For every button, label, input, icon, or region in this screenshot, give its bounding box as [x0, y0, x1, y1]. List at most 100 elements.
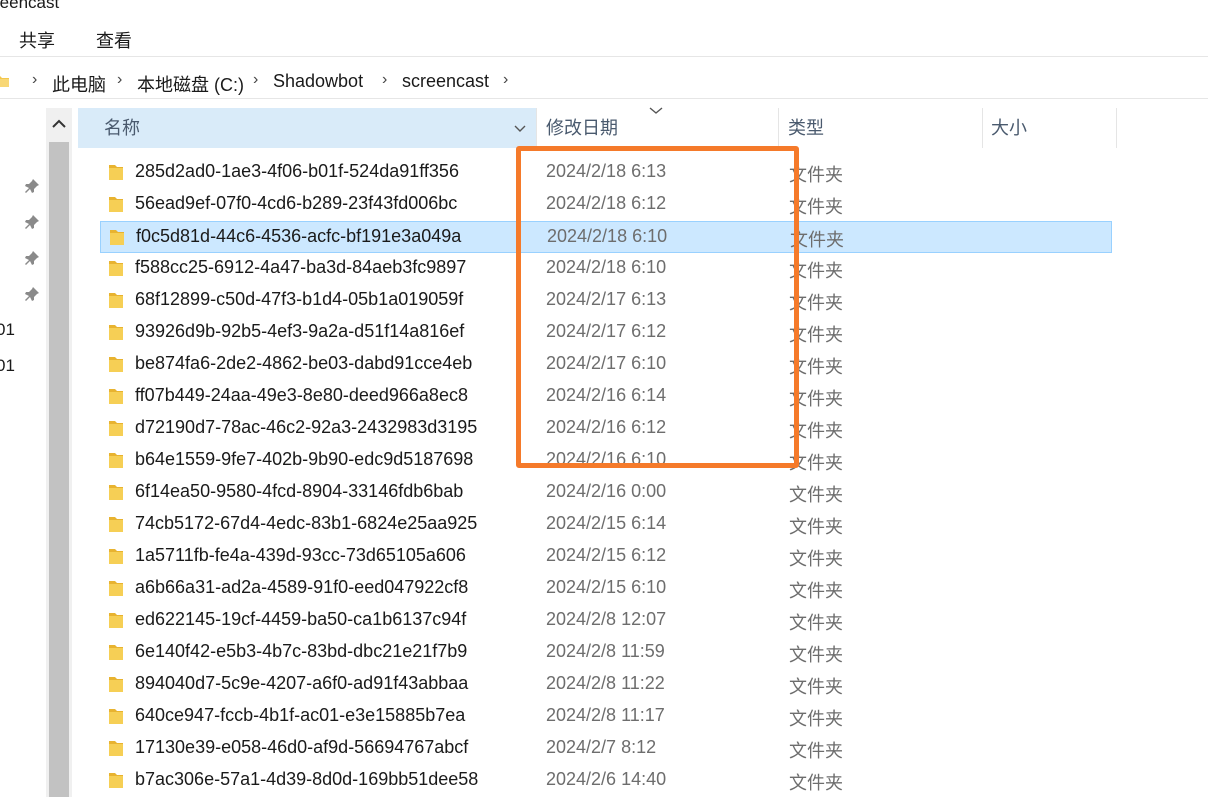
file-name: d72190d7-78ac-46c2-92a3-2432983d3195 — [135, 417, 478, 437]
file-name: ff07b449-24aa-49e3-8e80-deed966a8ec8 — [135, 385, 468, 405]
file-name: b7ac306e-57a1-4d39-8d0d-169bb51dee58 — [135, 769, 479, 789]
vertical-scrollbar[interactable] — [46, 108, 72, 797]
file-type: 文件夹 — [789, 677, 843, 697]
file-type: 文件夹 — [789, 741, 843, 761]
pin-icon[interactable] — [24, 286, 42, 304]
file-modified-date: 2024/2/8 12:07 — [546, 609, 667, 629]
file-name: 1a5711fb-fe4a-439d-93cc-73d65105a606 — [135, 545, 466, 565]
folder-icon — [108, 323, 124, 346]
file-modified-date: 2024/2/8 11:22 — [546, 673, 665, 693]
folder-icon — [108, 707, 124, 730]
table-row[interactable]: 17130e39-e058-46d0-af9d-56694767abcf 2024… — [100, 733, 1112, 765]
file-name: 56ead9ef-07f0-4cd6-b289-23f43fd006bc — [135, 193, 458, 213]
folder-icon — [0, 73, 10, 94]
tab-view[interactable]: 查看 — [96, 27, 132, 53]
file-name: b64e1559-9fe7-402b-9b90-edc9d5187698 — [135, 449, 474, 469]
window-title: reencast — [0, 0, 60, 12]
file-name: 68f12899-c50d-47f3-b1d4-05b1a019059f — [135, 289, 464, 309]
table-row[interactable]: b7ac306e-57a1-4d39-8d0d-169bb51dee58 2024… — [100, 765, 1112, 797]
file-name: a6b66a31-ad2a-4589-91f0-eed047922cf8 — [135, 577, 469, 597]
file-modified-date: 2024/2/16 0:00 — [546, 481, 667, 501]
file-modified-date: 2024/2/8 11:59 — [546, 641, 665, 661]
file-type: 文件夹 — [789, 517, 843, 537]
chevron-right-icon[interactable]: › — [117, 71, 122, 89]
file-type: 文件夹 — [789, 549, 843, 569]
column-divider[interactable] — [778, 108, 779, 148]
folder-icon — [108, 483, 124, 506]
breadcrumb-this-pc[interactable]: 此电脑 — [52, 71, 106, 97]
table-row[interactable]: 74cb5172-67d4-4edc-83b1-6824e25aa925 2024… — [100, 509, 1112, 541]
table-row[interactable]: 640ce947-fccb-4b1f-ac01-e3e15885b7ea 2024… — [100, 701, 1112, 733]
file-name: 6f14ea50-9580-4fcd-8904-33146fdb6bab — [135, 481, 464, 501]
column-header-type[interactable]: 类型 — [788, 108, 824, 148]
file-modified-date: 2024/2/15 6:14 — [546, 513, 667, 533]
breadcrumb-screencast[interactable]: screencast — [402, 71, 489, 92]
chevron-right-icon[interactable]: › — [503, 71, 508, 89]
folder-icon — [108, 675, 124, 698]
file-name: 17130e39-e058-46d0-af9d-56694767abcf — [135, 737, 469, 757]
column-divider[interactable] — [982, 108, 983, 148]
file-modified-date: 2024/2/15 6:12 — [546, 545, 667, 565]
file-modified-date: 2024/2/8 11:17 — [546, 705, 665, 725]
highlight-annotation-box — [516, 146, 799, 468]
column-divider[interactable] — [1116, 108, 1117, 148]
folder-icon — [108, 419, 124, 442]
folder-icon — [109, 228, 125, 251]
column-header: 名称 修改日期 类型 大小 — [78, 107, 1118, 148]
file-type: 文件夹 — [789, 485, 843, 505]
chevron-right-icon[interactable]: › — [253, 71, 258, 89]
table-row[interactable]: 1a5711fb-fe4a-439d-93cc-73d65105a606 2024… — [100, 541, 1112, 573]
file-name: 74cb5172-67d4-4edc-83b1-6824e25aa925 — [135, 513, 478, 533]
folder-icon — [108, 611, 124, 634]
table-row[interactable]: ed622145-19cf-4459-ba50-ca1b6137c94f 2024… — [100, 605, 1112, 637]
file-type: 文件夹 — [789, 773, 843, 793]
address-bar[interactable]: › 此电脑 › 本地磁盘 (C:) › Shadowbot › screenca… — [0, 66, 1208, 98]
chevron-down-icon[interactable] — [514, 120, 526, 138]
nav-item-label[interactable]: 01 — [0, 320, 15, 340]
folder-icon — [108, 451, 124, 474]
scrollbar-thumb[interactable] — [49, 142, 69, 797]
breadcrumb-shadowbot[interactable]: Shadowbot — [273, 71, 363, 92]
file-name: 285d2ad0-1ae3-4f06-b01f-524da91ff356 — [135, 161, 459, 181]
file-name: f0c5d81d-44c6-4536-acfc-bf191e3a049a — [136, 226, 462, 246]
folder-icon — [108, 515, 124, 538]
table-row[interactable]: a6b66a31-ad2a-4589-91f0-eed047922cf8 2024… — [100, 573, 1112, 605]
folder-icon — [108, 643, 124, 666]
pin-icon[interactable] — [24, 214, 42, 232]
address-divider — [0, 98, 1208, 99]
pin-icon[interactable] — [24, 178, 42, 196]
column-header-date[interactable]: 修改日期 — [546, 108, 618, 148]
column-divider[interactable] — [536, 108, 537, 148]
nav-item-label[interactable]: 01 — [0, 356, 15, 376]
folder-icon — [108, 547, 124, 570]
column-header-name[interactable]: 名称 — [78, 108, 536, 148]
file-type: 文件夹 — [789, 581, 843, 601]
file-modified-date: 2024/2/7 8:12 — [546, 737, 657, 757]
file-name: 6e140f42-e5b3-4b7c-83bd-dbc21e21f7b9 — [135, 641, 468, 661]
file-name: 93926d9b-92b5-4ef3-9a2a-d51f14a816ef — [135, 321, 465, 341]
chevron-up-icon[interactable] — [52, 116, 66, 134]
folder-icon — [108, 259, 124, 282]
table-row[interactable]: 6f14ea50-9580-4fcd-8904-33146fdb6bab 2024… — [100, 477, 1112, 509]
ribbon: 共享 查看 — [0, 22, 1208, 56]
pin-icon[interactable] — [24, 250, 42, 268]
file-name: f588cc25-6912-4a47-ba3d-84aeb3fc9897 — [135, 257, 467, 277]
tab-share[interactable]: 共享 — [19, 27, 55, 53]
chevron-right-icon[interactable]: › — [32, 71, 37, 89]
folder-icon — [108, 163, 124, 186]
table-row[interactable]: 894040d7-5c9e-4207-a6f0-ad91f43abbaa 2024… — [100, 669, 1112, 701]
column-header-size[interactable]: 大小 — [991, 108, 1027, 148]
folder-icon — [108, 739, 124, 762]
sort-indicator-icon — [649, 102, 663, 118]
folder-icon — [108, 579, 124, 602]
file-name: 894040d7-5c9e-4207-a6f0-ad91f43abbaa — [135, 673, 469, 693]
folder-icon — [108, 291, 124, 314]
file-name: ed622145-19cf-4459-ba50-ca1b6137c94f — [135, 609, 467, 629]
breadcrumb-local-disk[interactable]: 本地磁盘 (C:) — [137, 71, 244, 97]
navigation-pane: 01 01 — [0, 98, 46, 797]
table-row[interactable]: 6e140f42-e5b3-4b7c-83bd-dbc21e21f7b9 2024… — [100, 637, 1112, 669]
chevron-right-icon[interactable]: › — [382, 71, 387, 89]
folder-icon — [108, 355, 124, 378]
file-type: 文件夹 — [789, 709, 843, 729]
file-name: be874fa6-2de2-4862-be03-dabd91cce4eb — [135, 353, 473, 373]
